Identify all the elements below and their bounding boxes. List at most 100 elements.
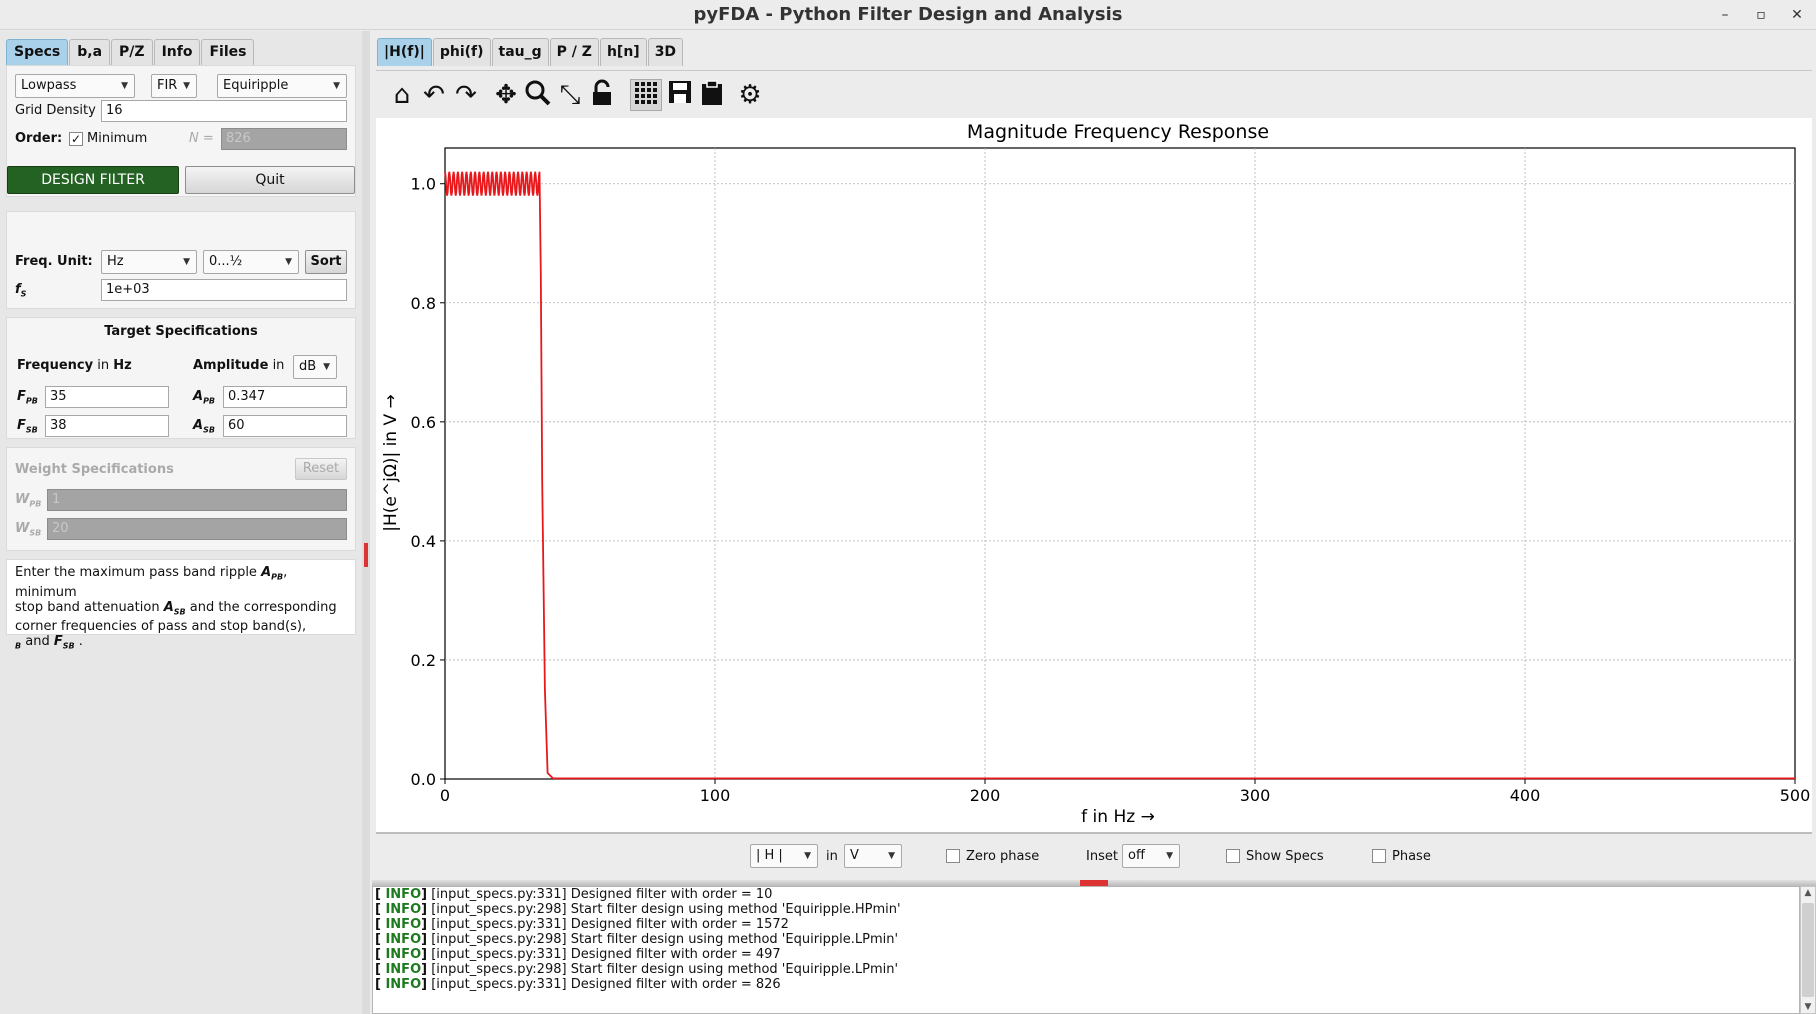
y-tick-label: 1.0	[411, 175, 436, 194]
minimize-button[interactable]: –	[1712, 4, 1738, 26]
tab-files[interactable]: Files	[201, 39, 255, 65]
zoom-icon[interactable]	[522, 79, 554, 111]
inset-select[interactable]: off ▼	[1122, 844, 1180, 868]
splitter-handle[interactable]	[364, 543, 368, 567]
log-line: [ INFO] [input_specs.py:298] Start filte…	[375, 962, 1799, 977]
log-level: INFO	[385, 932, 422, 947]
response-type-value: Lowpass	[21, 78, 77, 93]
show-specs-label: Show Specs	[1246, 849, 1324, 864]
tab-3d[interactable]: 3D	[647, 38, 684, 66]
zero-phase-checkbox[interactable]	[946, 849, 960, 863]
vertical-splitter[interactable]	[362, 31, 370, 1014]
tab-pz[interactable]: P/Z	[111, 39, 153, 65]
design-method-value: Equiripple	[223, 78, 289, 93]
freq-range-select[interactable]: 0...½ ▼	[203, 250, 299, 274]
y-tick-label: 0.8	[411, 294, 436, 313]
tab-impulse-response[interactable]: h[n]	[599, 38, 647, 66]
autoscale-icon[interactable]: ⤡	[554, 79, 586, 111]
undo-icon[interactable]: ↶	[418, 79, 450, 111]
plot-frame	[444, 147, 1796, 780]
order-n-label: N =	[189, 131, 214, 146]
show-specs-checkbox[interactable]	[1226, 849, 1240, 863]
minimum-order-checkbox[interactable]: ✓	[69, 132, 83, 146]
chevron-down-icon: ▼	[888, 851, 895, 861]
tab-specs[interactable]: Specs	[6, 39, 69, 65]
fpb-input[interactable]: 35	[45, 386, 169, 408]
sort-button[interactable]: Sort	[305, 250, 347, 274]
magnitude-unit-select[interactable]: V ▼	[844, 844, 902, 868]
scroll-up-icon[interactable]: ▲	[1801, 888, 1815, 898]
redo-icon[interactable]: ↷	[450, 79, 482, 111]
filter-class-select[interactable]: FIR ▼	[151, 74, 197, 98]
scroll-thumb[interactable]	[1802, 903, 1814, 997]
x-tick-label: 0	[440, 786, 450, 805]
save-icon[interactable]	[664, 79, 696, 111]
wpb-input: 1	[47, 489, 347, 511]
fsb-input[interactable]: 38	[45, 415, 169, 437]
home-icon[interactable]: ⌂	[386, 79, 418, 111]
tab-ba[interactable]: b,a	[69, 39, 111, 65]
log-message: [input_specs.py:298] Start filter design…	[427, 902, 901, 917]
settings-icon[interactable]: ⚙	[734, 79, 766, 111]
fpb-label: FPB	[17, 389, 38, 406]
window-titlebar: pyFDA - Python Filter Design and Analysi…	[0, 0, 1816, 30]
asb-input[interactable]: 60	[223, 415, 347, 437]
amplitude-in-label: in	[272, 358, 285, 373]
grid-density-input[interactable]: 16	[101, 100, 347, 122]
design-method-select[interactable]: Equiripple ▼	[217, 74, 347, 98]
tab-pole-zero[interactable]: P / Z	[549, 38, 599, 66]
grid-density-label: Grid Density	[15, 103, 96, 118]
y-axis-label: |H(e^jΩ)| in V →	[381, 394, 401, 532]
clipboard-icon[interactable]	[696, 79, 728, 111]
info-1a: Enter the maximum pass band ripple	[15, 565, 262, 580]
fsb-label-sub: SB	[25, 425, 38, 435]
grid-icon[interactable]	[630, 79, 662, 111]
close-button[interactable]: ✕	[1784, 4, 1810, 26]
target-specs-card: Target Specifications Frequency in Hz Am…	[6, 317, 356, 439]
filter-select-card: Lowpass ▼ FIR ▼ Equiripple ▼ Grid Density 1…	[6, 65, 356, 197]
log-scrollbar[interactable]: ▲ ▼	[1800, 886, 1816, 1014]
reset-weights-button[interactable]: Reset	[295, 458, 347, 480]
design-filter-button[interactable]: DESIGN FILTER	[7, 166, 179, 194]
tab-info[interactable]: Info	[153, 39, 201, 65]
info-2a: stop band attenuation	[15, 599, 164, 615]
log-message: [input_specs.py:298] Start filter design…	[427, 932, 899, 947]
log-bracket: [	[375, 977, 386, 992]
chevron-down-icon: ▼	[285, 257, 292, 267]
plot-canvas[interactable]: Magnitude Frequency Response 0 100 200 300 4…	[376, 118, 1812, 832]
log-level: INFO	[385, 887, 422, 902]
inset-value: off	[1128, 848, 1145, 863]
info-4d: SB	[62, 641, 75, 651]
lock-icon[interactable]	[586, 79, 618, 111]
freq-unit-select[interactable]: Hz ▼	[101, 250, 197, 274]
phase-checkbox[interactable]	[1372, 849, 1386, 863]
quit-button[interactable]: Quit	[185, 166, 355, 194]
fpb-label-main: F	[17, 389, 26, 404]
log-message: [input_specs.py:331] Designed filter wit…	[427, 887, 773, 902]
amplitude-unit-value: dB	[299, 359, 317, 374]
log-console[interactable]: [ INFO] [input_specs.py:331] Designed fi…	[372, 886, 1800, 1014]
tab-group-delay[interactable]: tau_g	[491, 38, 549, 66]
maximize-button[interactable]: ▫	[1748, 4, 1774, 26]
tab-phase[interactable]: phi(f)	[432, 38, 491, 66]
amplitude-unit-select[interactable]: dB ▼	[293, 355, 337, 379]
pan-icon[interactable]: ✥	[490, 79, 522, 111]
response-type-select[interactable]: Lowpass ▼	[15, 74, 135, 98]
window-title: pyFDA - Python Filter Design and Analysi…	[693, 4, 1123, 25]
wsb-label-sub: SB	[29, 528, 42, 538]
fs-input[interactable]: 1e+03	[101, 279, 347, 301]
scroll-down-icon[interactable]: ▼	[1801, 1002, 1815, 1012]
magnitude-type-select[interactable]: | H | ▼	[750, 844, 818, 868]
apb-label-sub: PB	[203, 396, 216, 406]
frequency-unit: Hz	[113, 358, 132, 373]
info-2d: and the corresponding	[185, 599, 337, 615]
apb-input[interactable]: 0.347	[223, 386, 347, 408]
plot-tab-bar: |H(f)| phi(f) tau_g P / Z h[n] 3D	[377, 38, 684, 66]
specs-panel: Specs b,a P/Z Info Files Lowpass ▼ FIR ▼ E…	[0, 31, 362, 1014]
x-tick-label: 500	[1780, 786, 1811, 805]
log-bracket: [	[375, 932, 386, 947]
log-message: [input_specs.py:298] Start filter design…	[427, 962, 899, 977]
minimum-label: Minimum	[87, 131, 148, 146]
tab-magnitude[interactable]: |H(f)|	[377, 38, 432, 66]
chevron-down-icon: ▼	[333, 81, 340, 91]
